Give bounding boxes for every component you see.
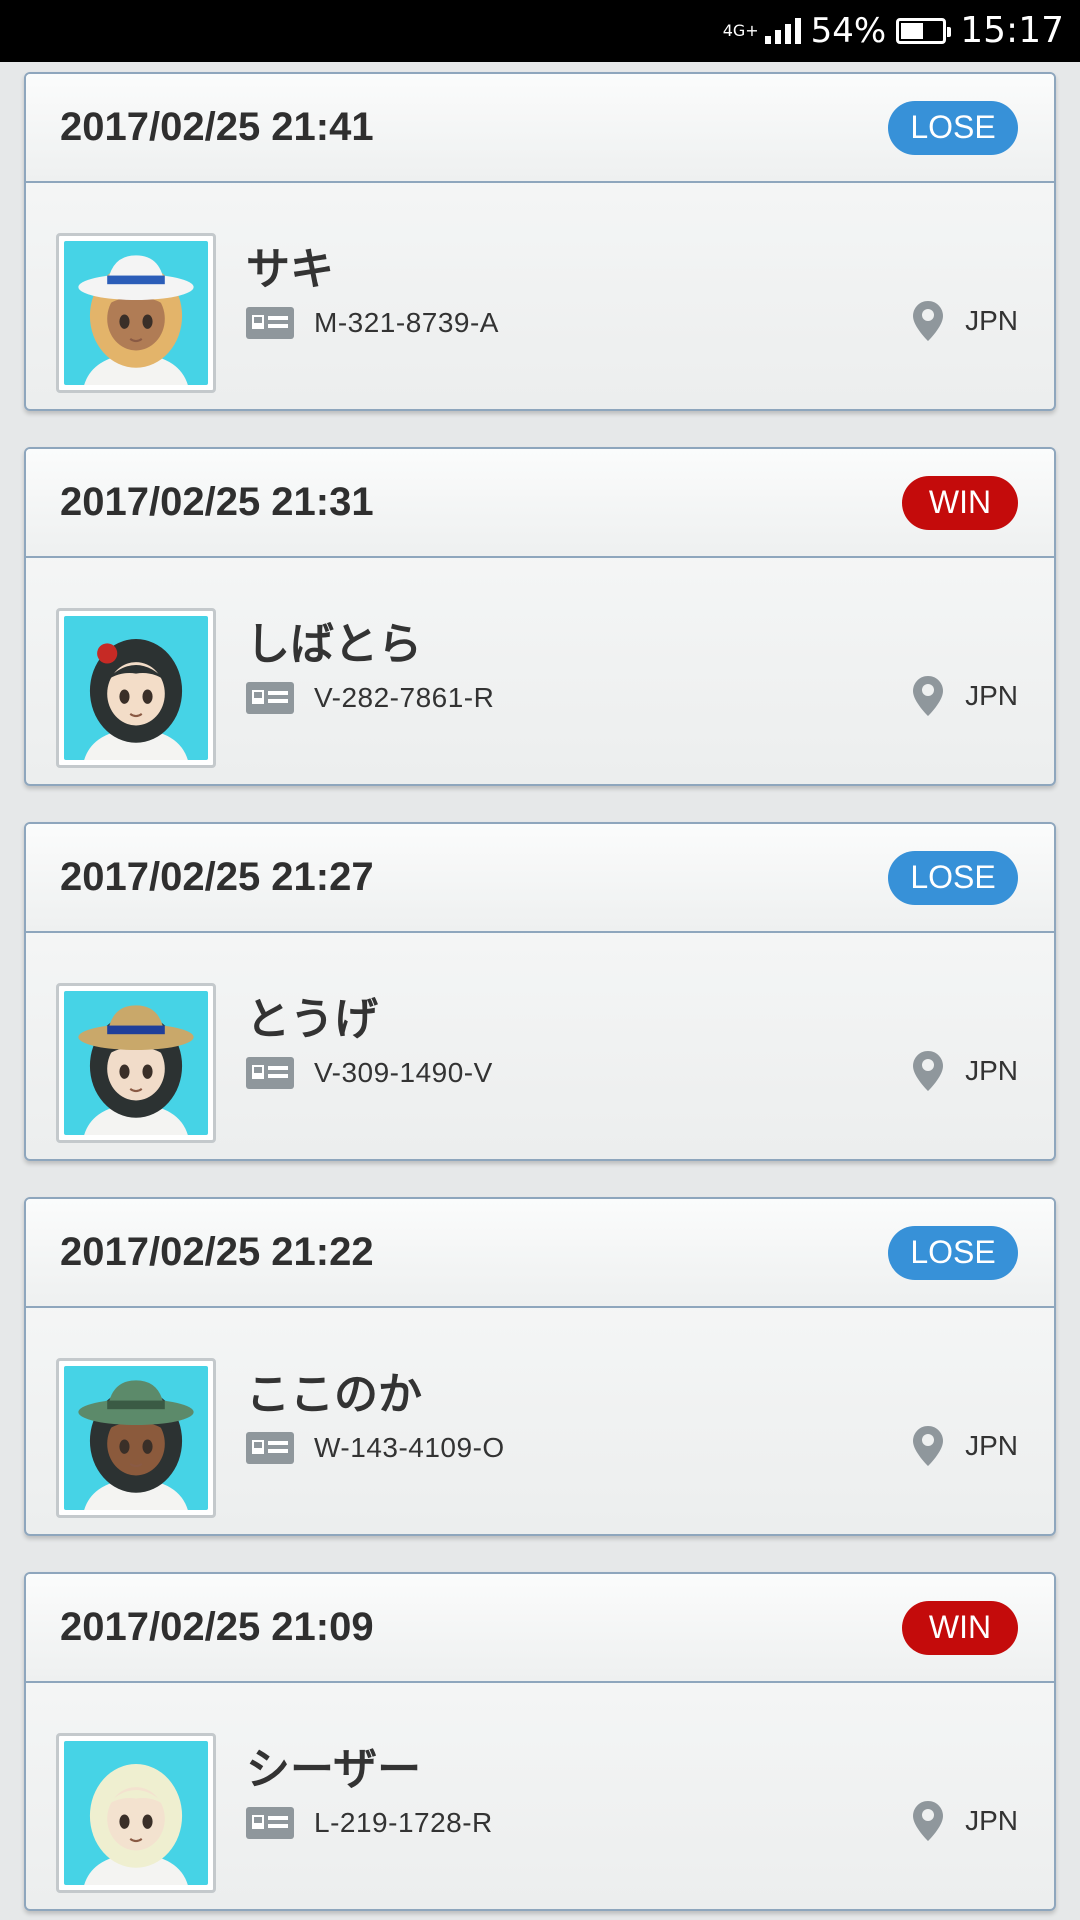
region: JPN — [965, 305, 1018, 336]
match-card[interactable]: 2017/02/25 21:09 WIN シーザー L-219-1728-R J… — [24, 1572, 1056, 1911]
match-card-body: ここのか W-143-4109-O JPN — [26, 1308, 1054, 1534]
player-name: シーザー — [246, 1744, 422, 1795]
location-pin-icon — [913, 1801, 944, 1841]
player-name: とうげ — [246, 994, 378, 1045]
result-badge: WIN — [902, 475, 1018, 530]
match-card-header: 2017/02/25 21:22 LOSE — [26, 1199, 1054, 1308]
match-card-header: 2017/02/25 21:41 LOSE — [26, 74, 1054, 183]
id-card-icon — [246, 682, 294, 714]
match-card[interactable]: 2017/02/25 21:27 LOSE とうげ V-309-1490-V J… — [24, 822, 1056, 1161]
trainer-portrait — [78, 1005, 194, 1135]
id-card-icon — [246, 307, 294, 339]
match-history-list: 2017/02/25 21:41 LOSE サキ M-321-8739-A JP… — [24, 72, 1056, 1911]
avatar — [56, 1358, 216, 1518]
player-name: サキ — [246, 244, 334, 295]
match-datetime: 2017/02/25 21:09 — [60, 1605, 374, 1649]
friend-code-row: W-143-4109-O — [246, 1432, 505, 1464]
battery-percent: 54% — [810, 11, 887, 51]
location-pin-icon — [913, 1051, 944, 1091]
avatar — [56, 1733, 216, 1893]
match-datetime: 2017/02/25 21:31 — [60, 480, 374, 524]
location-row: JPN — [913, 1426, 1018, 1466]
location-row: JPN — [913, 301, 1018, 341]
match-card[interactable]: 2017/02/25 21:41 LOSE サキ M-321-8739-A JP… — [24, 72, 1056, 411]
avatar — [56, 233, 216, 393]
region: JPN — [965, 1805, 1018, 1836]
friend-code: W-143-4109-O — [314, 1432, 505, 1463]
network-type: 4G+ — [722, 21, 759, 40]
trainer-portrait — [78, 1380, 194, 1510]
result-badge: LOSE — [888, 1225, 1018, 1280]
signal-icon: 4G+ — [723, 18, 801, 44]
match-card-header: 2017/02/25 21:27 LOSE — [26, 824, 1054, 933]
location-pin-icon — [913, 676, 944, 716]
location-pin-icon — [913, 301, 944, 341]
friend-code: L-219-1728-R — [314, 1807, 493, 1838]
match-datetime: 2017/02/25 21:27 — [60, 855, 374, 899]
battery-icon — [896, 18, 952, 44]
friend-code-row: V-282-7861-R — [246, 682, 494, 714]
match-card[interactable]: 2017/02/25 21:31 WIN しばとら V-282-7861-R J… — [24, 447, 1056, 786]
id-card-icon — [246, 1807, 294, 1839]
match-card-body: サキ M-321-8739-A JPN — [26, 183, 1054, 409]
location-pin-icon — [913, 1426, 944, 1466]
result-badge: LOSE — [888, 850, 1018, 905]
match-datetime: 2017/02/25 21:22 — [60, 1230, 374, 1274]
player-name: しばとら — [246, 619, 422, 670]
region: JPN — [965, 1430, 1018, 1461]
match-datetime: 2017/02/25 21:41 — [60, 105, 374, 149]
friend-code-row: L-219-1728-R — [246, 1807, 493, 1839]
location-row: JPN — [913, 1801, 1018, 1841]
match-card-header: 2017/02/25 21:09 WIN — [26, 1574, 1054, 1683]
friend-code: V-282-7861-R — [314, 682, 495, 713]
match-card-body: しばとら V-282-7861-R JPN — [26, 558, 1054, 784]
avatar — [56, 608, 216, 768]
location-row: JPN — [913, 1051, 1018, 1091]
trainer-portrait — [84, 639, 188, 760]
match-card-body: とうげ V-309-1490-V JPN — [26, 933, 1054, 1159]
friend-code: M-321-8739-A — [314, 307, 499, 338]
region: JPN — [965, 680, 1018, 711]
trainer-portrait — [84, 1764, 188, 1885]
match-card[interactable]: 2017/02/25 21:22 LOSE ここのか W-143-4109-O … — [24, 1197, 1056, 1536]
result-badge: LOSE — [888, 100, 1018, 155]
region: JPN — [965, 1055, 1018, 1086]
friend-code: V-309-1490-V — [314, 1057, 493, 1088]
id-card-icon — [246, 1057, 294, 1089]
trainer-portrait — [78, 255, 194, 385]
id-card-icon — [246, 1432, 294, 1464]
result-badge: WIN — [902, 1600, 1018, 1655]
avatar — [56, 983, 216, 1143]
friend-code-row: M-321-8739-A — [246, 307, 499, 339]
friend-code-row: V-309-1490-V — [246, 1057, 493, 1089]
match-card-header: 2017/02/25 21:31 WIN — [26, 449, 1054, 558]
clock: 15:17 — [960, 10, 1064, 51]
location-row: JPN — [913, 676, 1018, 716]
player-name: ここのか — [246, 1369, 422, 1420]
status-bar: 4G+ 54% 15:17 — [0, 0, 1080, 62]
match-card-body: シーザー L-219-1728-R JPN — [26, 1683, 1054, 1909]
